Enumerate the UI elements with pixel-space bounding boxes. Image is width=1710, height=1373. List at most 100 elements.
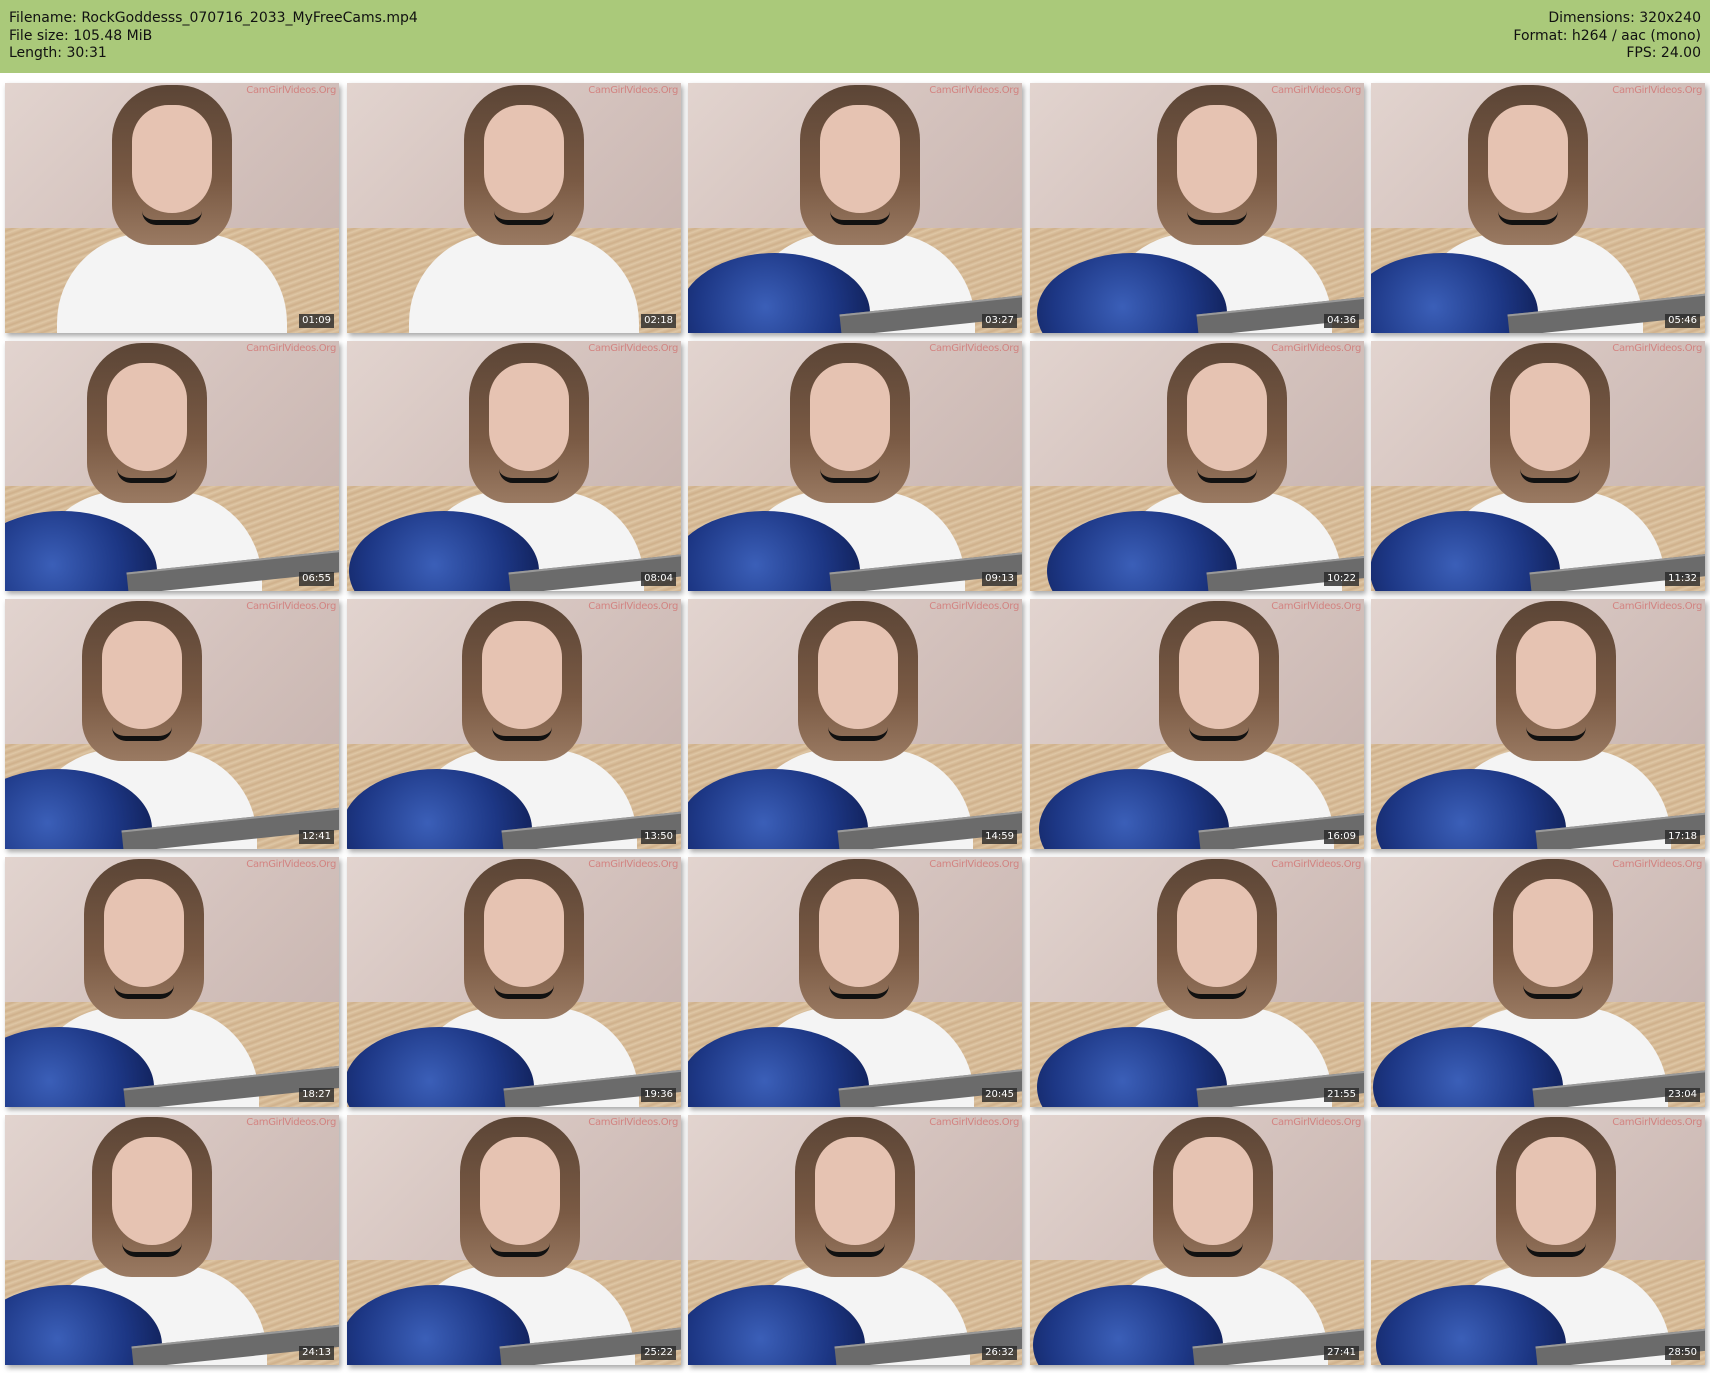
watermark: CamGirlVideos.Org bbox=[1271, 859, 1361, 870]
thumbnail[interactable]: CamGirlVideos.Org 20:45 bbox=[688, 857, 1022, 1107]
thumbnail[interactable]: CamGirlVideos.Org 08:04 bbox=[347, 341, 681, 591]
person-face bbox=[818, 621, 898, 729]
watermark: CamGirlVideos.Org bbox=[588, 1117, 678, 1128]
choker bbox=[1520, 469, 1580, 483]
thumbnail-timestamp: 12:41 bbox=[299, 830, 334, 844]
thumbnail-timestamp: 09:13 bbox=[982, 572, 1017, 586]
person-face bbox=[1513, 879, 1593, 987]
thumbnail-timestamp: 10:22 bbox=[1324, 572, 1359, 586]
watermark: CamGirlVideos.Org bbox=[246, 85, 336, 96]
thumbnail[interactable]: CamGirlVideos.Org 13:50 bbox=[347, 599, 681, 849]
thumbnail[interactable]: CamGirlVideos.Org 23:04 bbox=[1371, 857, 1705, 1107]
thumbnail-timestamp: 05:46 bbox=[1665, 314, 1700, 328]
person-face bbox=[820, 105, 900, 213]
watermark: CamGirlVideos.Org bbox=[929, 343, 1019, 354]
thumbnail[interactable]: CamGirlVideos.Org 25:22 bbox=[347, 1115, 681, 1365]
format-value: h264 / aac (mono) bbox=[1571, 27, 1701, 44]
choker bbox=[1187, 985, 1247, 999]
person-face bbox=[1177, 105, 1257, 213]
person-face bbox=[1187, 363, 1267, 471]
fps-row: FPS: 24.00 bbox=[1513, 44, 1701, 62]
thumbnail-timestamp: 14:59 bbox=[982, 830, 1017, 844]
thumbnail[interactable]: CamGirlVideos.Org 19:36 bbox=[347, 857, 681, 1107]
person-face bbox=[489, 363, 569, 471]
thumbnail-timestamp: 24:13 bbox=[299, 1346, 334, 1360]
dimensions-label: Dimensions: bbox=[1548, 10, 1635, 26]
watermark: CamGirlVideos.Org bbox=[1612, 85, 1702, 96]
thumbnail[interactable]: CamGirlVideos.Org 27:41 bbox=[1030, 1115, 1364, 1365]
watermark: CamGirlVideos.Org bbox=[1271, 85, 1361, 96]
person-face bbox=[112, 1137, 192, 1245]
choker bbox=[1526, 727, 1586, 741]
choker bbox=[122, 1243, 182, 1257]
thumbnail-timestamp: 26:32 bbox=[982, 1346, 1017, 1360]
choker bbox=[1183, 1243, 1243, 1257]
person-face bbox=[1516, 1137, 1596, 1245]
thumbnail[interactable]: CamGirlVideos.Org 17:18 bbox=[1371, 599, 1705, 849]
person-face bbox=[480, 1137, 560, 1245]
filename-label: Filename: bbox=[9, 10, 77, 26]
watermark: CamGirlVideos.Org bbox=[1612, 859, 1702, 870]
person-face bbox=[819, 879, 899, 987]
thumbnail-timestamp: 08:04 bbox=[641, 572, 676, 586]
info-header: Filename: RockGoddesss_070716_2033_MyFre… bbox=[0, 0, 1710, 73]
person-face bbox=[1510, 363, 1590, 471]
thumbnail[interactable]: CamGirlVideos.Org 24:13 bbox=[5, 1115, 339, 1365]
filesize-label: File size: bbox=[9, 27, 69, 44]
choker bbox=[820, 469, 880, 483]
length-row: Length: 30:31 bbox=[9, 44, 418, 62]
person-face bbox=[1179, 621, 1259, 729]
thumbnail[interactable]: CamGirlVideos.Org 18:27 bbox=[5, 857, 339, 1107]
choker bbox=[1197, 469, 1257, 483]
thumbnail-timestamp: 04:36 bbox=[1324, 314, 1359, 328]
choker bbox=[1523, 985, 1583, 999]
thumbnail[interactable]: CamGirlVideos.Org 21:55 bbox=[1030, 857, 1364, 1107]
choker bbox=[1498, 211, 1558, 225]
thumbnail[interactable]: CamGirlVideos.Org 10:22 bbox=[1030, 341, 1364, 591]
thumbnail-timestamp: 17:18 bbox=[1665, 830, 1700, 844]
choker bbox=[490, 1243, 550, 1257]
choker bbox=[825, 1243, 885, 1257]
thumbnail[interactable]: CamGirlVideos.Org 26:32 bbox=[688, 1115, 1022, 1365]
choker bbox=[829, 985, 889, 999]
person-face bbox=[484, 105, 564, 213]
watermark: CamGirlVideos.Org bbox=[1612, 343, 1702, 354]
filesize-value: 105.48 MiB bbox=[73, 27, 153, 44]
thumbnail[interactable]: CamGirlVideos.Org 02:18 bbox=[347, 83, 681, 333]
watermark: CamGirlVideos.Org bbox=[246, 601, 336, 612]
thumbnail[interactable]: CamGirlVideos.Org 16:09 bbox=[1030, 599, 1364, 849]
thumbnail[interactable]: CamGirlVideos.Org 09:13 bbox=[688, 341, 1022, 591]
thumbnail[interactable]: CamGirlVideos.Org 01:09 bbox=[5, 83, 339, 333]
format-row: Format: h264 / aac (mono) bbox=[1513, 27, 1701, 45]
thumbnail-timestamp: 02:18 bbox=[641, 314, 676, 328]
watermark: CamGirlVideos.Org bbox=[929, 859, 1019, 870]
thumbnail[interactable]: CamGirlVideos.Org 06:55 bbox=[5, 341, 339, 591]
thumbnail[interactable]: CamGirlVideos.Org 12:41 bbox=[5, 599, 339, 849]
thumbnail-timestamp: 11:32 bbox=[1665, 572, 1700, 586]
file-info-left: Filename: RockGoddesss_070716_2033_MyFre… bbox=[9, 9, 418, 62]
person-face bbox=[1177, 879, 1257, 987]
choker bbox=[828, 727, 888, 741]
thumbnail[interactable]: CamGirlVideos.Org 11:32 bbox=[1371, 341, 1705, 591]
thumbnail[interactable]: CamGirlVideos.Org 04:36 bbox=[1030, 83, 1364, 333]
watermark: CamGirlVideos.Org bbox=[1271, 601, 1361, 612]
thumbnail[interactable]: CamGirlVideos.Org 28:50 bbox=[1371, 1115, 1705, 1365]
thumbnail[interactable]: CamGirlVideos.Org 05:46 bbox=[1371, 83, 1705, 333]
thumbnail-timestamp: 13:50 bbox=[641, 830, 676, 844]
thumbnail-timestamp: 01:09 bbox=[299, 314, 334, 328]
filesize-row: File size: 105.48 MiB bbox=[9, 27, 418, 45]
choker bbox=[492, 727, 552, 741]
format-label: Format: bbox=[1513, 27, 1568, 44]
watermark: CamGirlVideos.Org bbox=[588, 343, 678, 354]
thumbnail-timestamp: 18:27 bbox=[299, 1088, 334, 1102]
fps-label: FPS: bbox=[1626, 45, 1657, 61]
thumbnail-timestamp: 03:27 bbox=[982, 314, 1017, 328]
file-info-right: Dimensions: 320x240 Format: h264 / aac (… bbox=[1513, 9, 1701, 62]
thumbnail[interactable]: CamGirlVideos.Org 14:59 bbox=[688, 599, 1022, 849]
dimensions-row: Dimensions: 320x240 bbox=[1513, 9, 1701, 27]
thumbnail-timestamp: 25:22 bbox=[641, 1346, 676, 1360]
choker bbox=[494, 211, 554, 225]
length-value: 30:31 bbox=[66, 45, 107, 61]
choker bbox=[1189, 727, 1249, 741]
thumbnail[interactable]: CamGirlVideos.Org 03:27 bbox=[688, 83, 1022, 333]
